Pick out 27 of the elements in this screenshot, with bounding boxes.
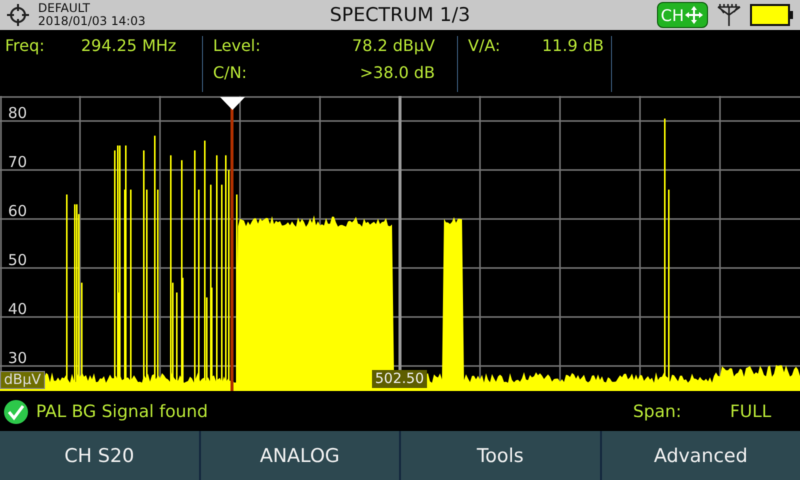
axis-label: 70 [8, 153, 28, 171]
measure-value: 78.2 dBµV [351, 36, 435, 55]
axis-label: 60 [8, 202, 28, 220]
marker-triangle[interactable] [220, 97, 245, 110]
screen-title: SPECTRUM 1/3 [330, 4, 470, 26]
measure-label: V/A: [468, 36, 502, 55]
check-icon [3, 399, 29, 425]
span-value: FULL [730, 402, 772, 422]
date-time: 2018/01/03 14:03 [38, 15, 146, 28]
measure-value: >38.0 dB [358, 63, 435, 82]
axis-label: 50 [8, 251, 28, 269]
measure-value: 294.25 MHz [81, 36, 176, 55]
antenna-icon [716, 3, 742, 27]
axis-label: 40 [8, 300, 28, 318]
span-label: Span: [633, 402, 683, 422]
crosshair-icon [6, 3, 30, 27]
axis-label: 80 [8, 104, 28, 122]
measure-label: Freq: [5, 36, 46, 55]
measure-label: C/N: [213, 63, 248, 82]
unit-label: dBµV [0, 371, 45, 389]
profile-name: DEFAULT [38, 2, 91, 15]
measure-label: Level: [213, 36, 262, 55]
status-message: PAL BG Signal found [36, 402, 208, 422]
center-frequency: 502.50 [372, 370, 427, 388]
measure-value: 11.9 dB [542, 36, 604, 55]
axis-label: 30 [8, 349, 28, 367]
battery-icon [750, 4, 794, 26]
